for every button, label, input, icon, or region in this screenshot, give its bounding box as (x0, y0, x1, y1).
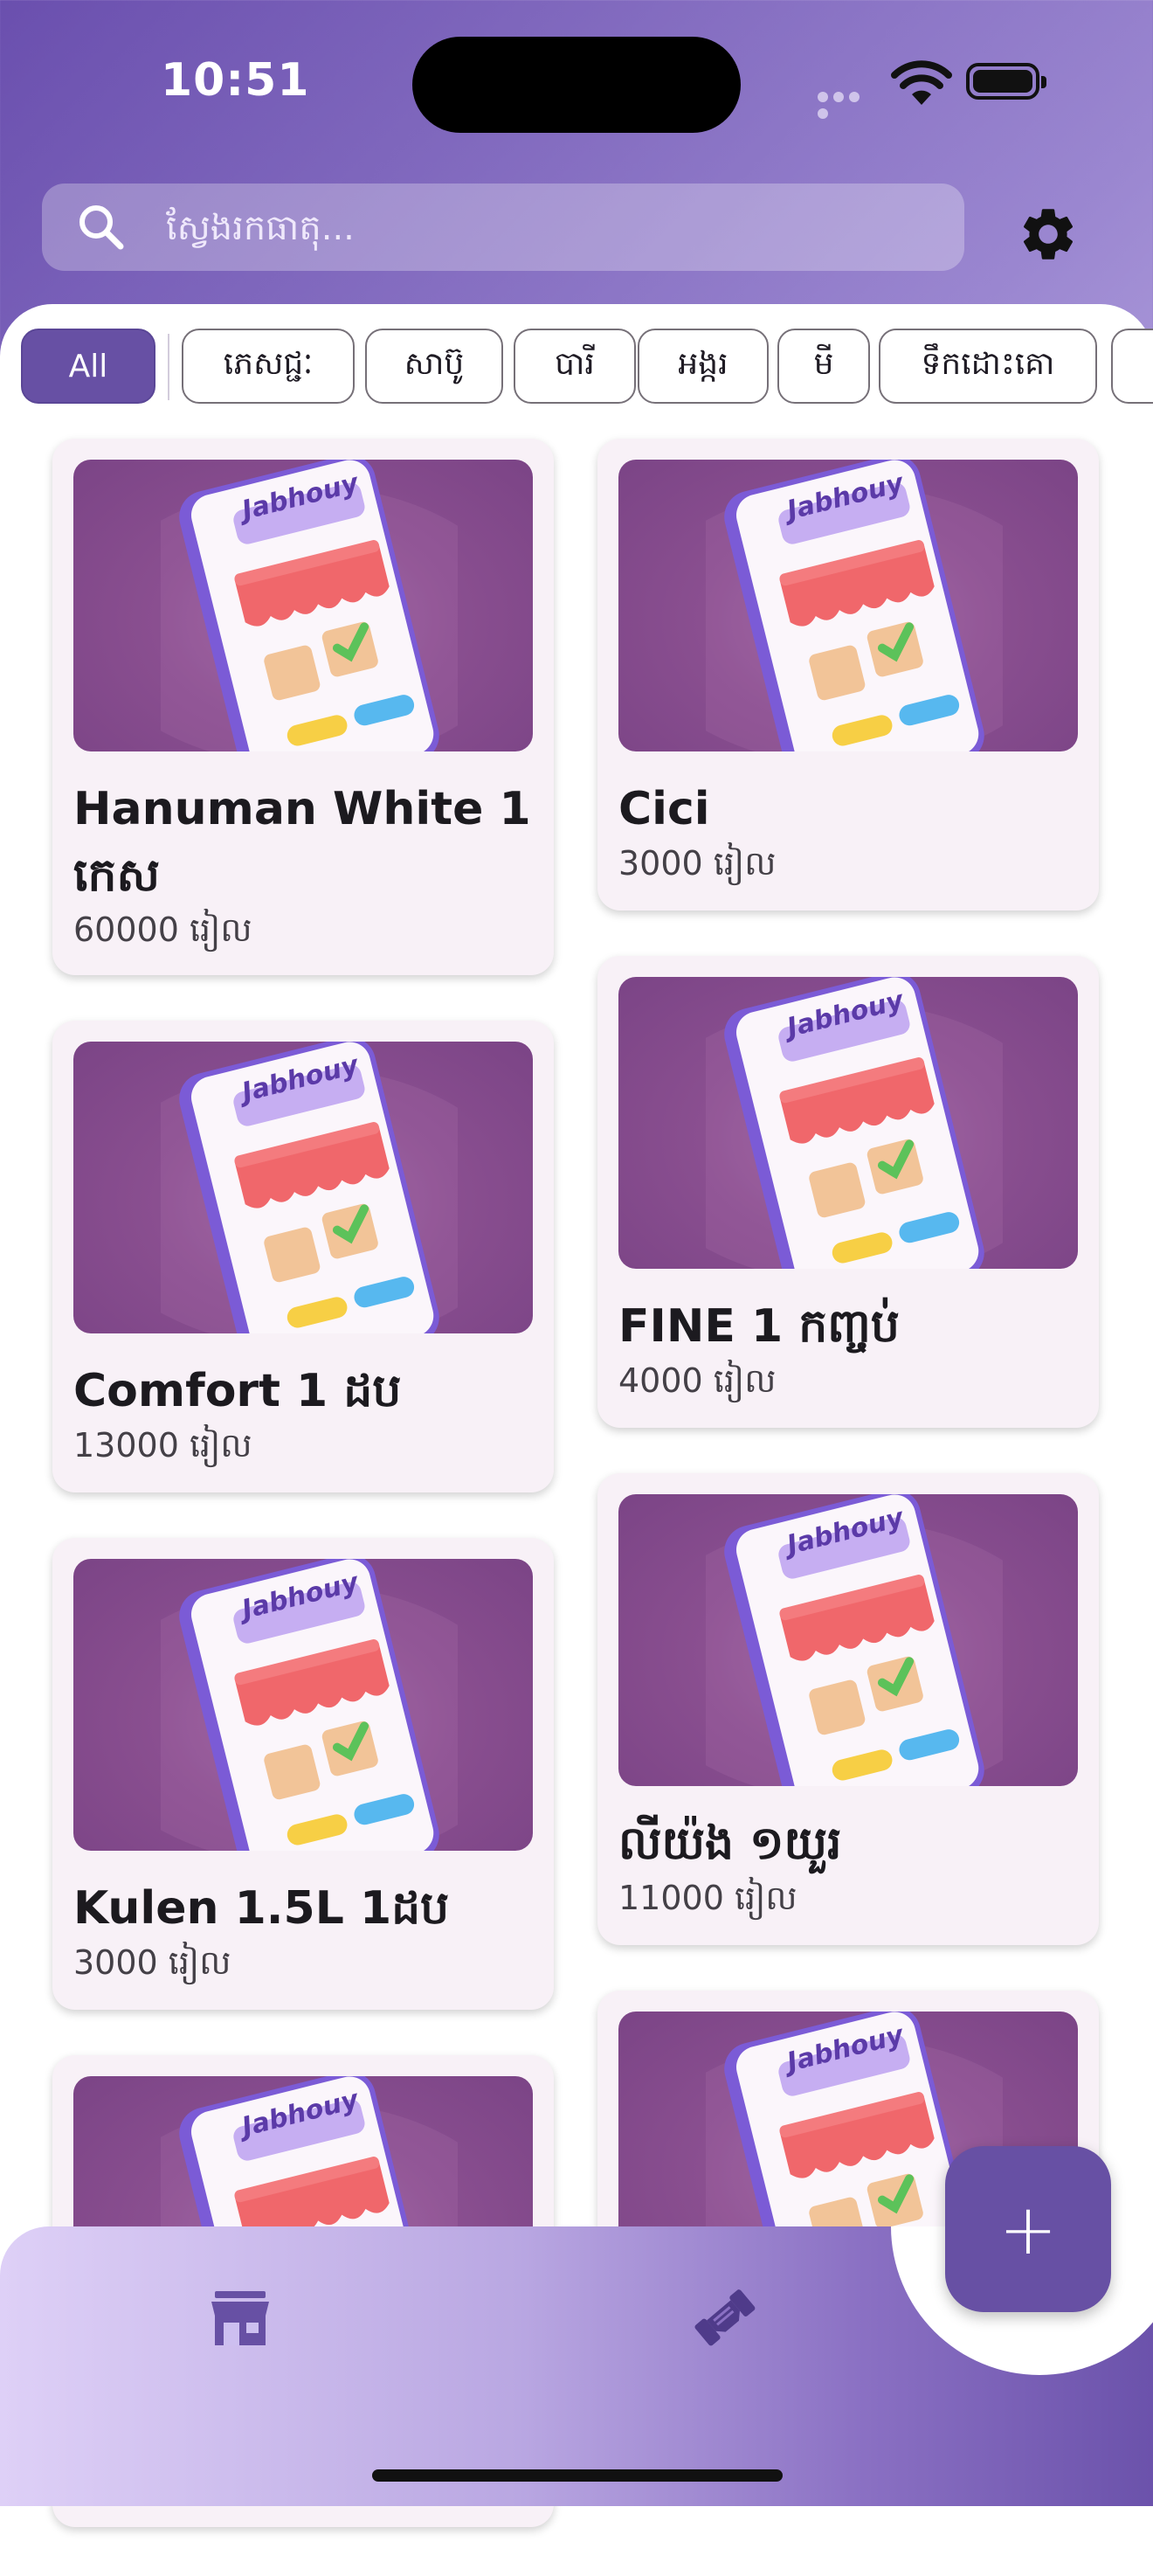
product-name: Hanuman White 1 កេស (73, 783, 531, 902)
chip-more[interactable] (1111, 329, 1153, 404)
product-name: Comfort 1 ដប (73, 1365, 402, 1417)
chip-rice[interactable]: អង្ករ (638, 329, 769, 404)
chip-divider (168, 334, 169, 400)
category-chips: All ភេសជ្ជៈ សាប៊ូ បារី អង្ករ មី ទឹកដោះគោ (21, 329, 1153, 407)
product-price: 3000 រៀល (73, 1943, 231, 1982)
chip-beverage[interactable]: ភេសជ្ជៈ (182, 329, 355, 404)
chip-noodle[interactable]: មី (777, 329, 870, 404)
product-image: Jabhouy (618, 1494, 1078, 1786)
product-image: Jabhouy (73, 1559, 533, 1851)
product-card[interactable]: Jabhouy FINE 1 កញ្ចប់ 4000 រៀល (597, 956, 1099, 1428)
product-image: Jabhouy (618, 460, 1078, 751)
product-price: 11000 រៀល (618, 1879, 797, 1917)
product-name: Kulen 1.5L 1ដប (73, 1882, 450, 1935)
product-card[interactable]: Jabhouy Hanuman White 1 កេស 60000 រៀល (52, 439, 554, 975)
wifi-icon (891, 60, 952, 105)
product-card[interactable]: Jabhouy Kulen 1.5L 1ដប 3000 រៀល (52, 1538, 554, 2010)
status-bar: 10:51 (0, 0, 1153, 166)
product-image: Jabhouy (73, 460, 533, 751)
gear-icon[interactable] (1017, 203, 1080, 266)
product-card[interactable]: Jabhouy Comfort 1 ដប 13000 រៀល (52, 1021, 554, 1492)
product-price: 60000 រៀល (73, 911, 252, 949)
product-name: Cici (618, 783, 710, 835)
chip-milk[interactable]: ទឹកដោះគោ (879, 329, 1097, 404)
product-image: Jabhouy (73, 1042, 533, 1333)
chip-cigarette[interactable]: បារី (514, 329, 636, 404)
product-name: FINE 1 កញ្ចប់ (618, 1300, 900, 1353)
home-indicator (372, 2469, 783, 2482)
product-image: Jabhouy (618, 977, 1078, 1269)
search-input[interactable] (164, 184, 936, 273)
product-name: លីយ៉ង ១យួរ (618, 1818, 842, 1870)
store-icon[interactable] (210, 2289, 271, 2347)
status-time: 10:51 (161, 54, 310, 107)
product-price: 3000 រៀល (618, 844, 777, 883)
chip-soap[interactable]: សាប៊ូ (365, 329, 503, 404)
handshake-icon[interactable] (690, 2282, 756, 2349)
product-card[interactable]: Jabhouy លីយ៉ង ១យួរ 11000 រៀល (597, 1473, 1099, 1945)
battery-icon (966, 63, 1046, 100)
product-card[interactable]: Jabhouy Cici 3000 រៀល (597, 439, 1099, 911)
cellular-signal-icon (818, 89, 879, 119)
product-price: 13000 រៀល (73, 1426, 252, 1465)
search-bar[interactable] (42, 184, 964, 273)
product-price: 4000 រៀល (618, 1361, 777, 1400)
search-icon (79, 205, 124, 250)
add-product-button[interactable]: + (945, 2146, 1111, 2312)
chip-all[interactable]: All (21, 329, 155, 404)
dynamic-island (412, 37, 741, 133)
